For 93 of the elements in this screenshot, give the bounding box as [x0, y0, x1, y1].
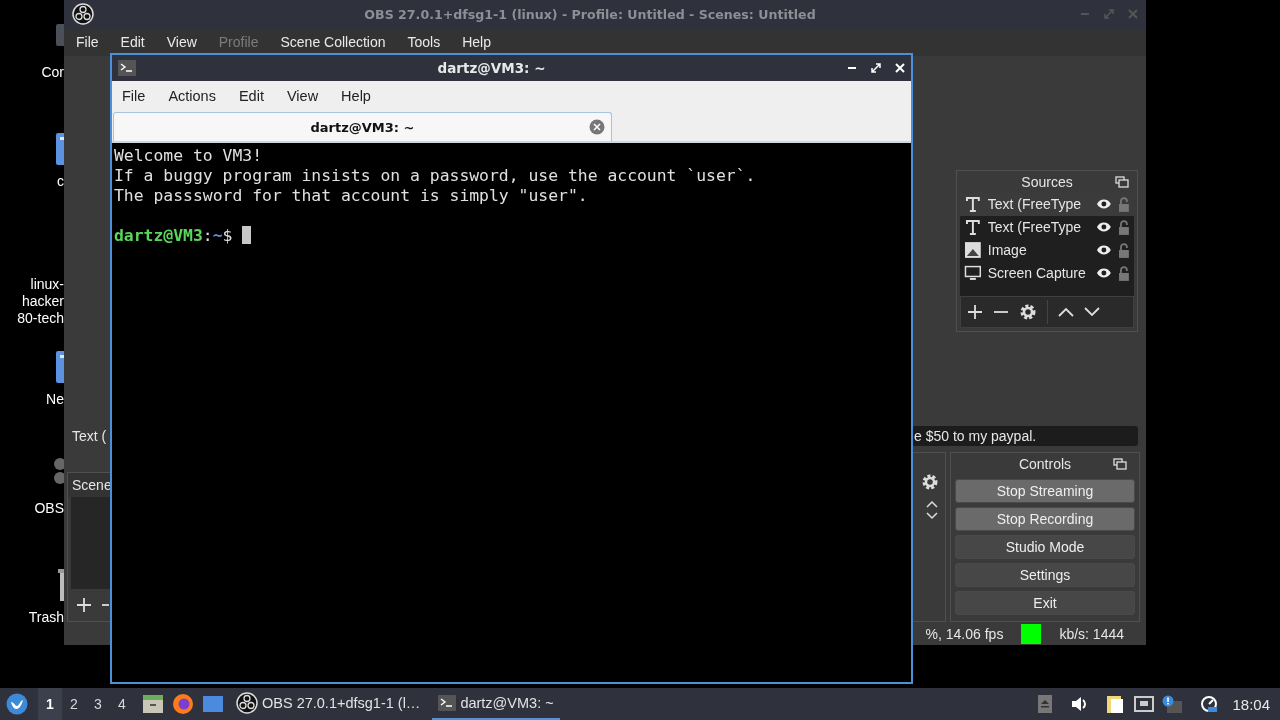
clock: 18:04: [1232, 695, 1270, 713]
control-button[interactable]: Studio Mode: [955, 535, 1135, 559]
close-tab-icon[interactable]: [589, 119, 605, 135]
source-item[interactable]: Screen Capture: [960, 261, 1134, 285]
settings-icon[interactable]: [1019, 303, 1037, 322]
control-button[interactable]: Settings: [955, 563, 1135, 587]
shell-prompt: dartz@VM3:~$: [114, 226, 909, 246]
move-up-icon[interactable]: [1058, 307, 1074, 318]
window-title: OBS 27.0.1+dfsg1-1 (linux) - Profile: Untitled - Scenes: Untitled: [363, 7, 817, 22]
source-item[interactable]: Text (FreeType: [960, 192, 1134, 216]
source-name: Image: [987, 242, 1028, 259]
source-item[interactable]: Text (FreeType: [960, 215, 1134, 239]
window-icon[interactable]: [202, 694, 224, 714]
eject-icon[interactable]: [1038, 695, 1053, 713]
menu-item[interactable]: Scene Collection: [280, 34, 386, 51]
source-name: Text (FreeType: [987, 219, 1083, 236]
clipboard-icon[interactable]: [1106, 694, 1125, 714]
panel-title: Sources: [1021, 173, 1073, 190]
eye-icon[interactable]: [1096, 198, 1113, 211]
undock-icon[interactable]: [1115, 176, 1129, 188]
terminal-line: Welcome to VM3!: [114, 146, 264, 166]
panel-title: Controls: [1018, 456, 1072, 472]
menu-item[interactable]: File: [122, 88, 146, 104]
workspace-button[interactable]: 4: [110, 688, 134, 720]
menu-item[interactable]: Edit: [120, 34, 145, 51]
terminal-tab[interactable]: dartz@VM3: ~: [113, 112, 612, 141]
image-icon: [964, 241, 982, 260]
workspace-button[interactable]: 2: [62, 688, 86, 720]
move-down-icon[interactable]: [1084, 307, 1100, 318]
lock-icon[interactable]: [1118, 196, 1130, 212]
menu-item[interactable]: Edit: [238, 88, 264, 104]
menu-item[interactable]: File: [76, 34, 99, 51]
spin-arrows-icon[interactable]: [925, 499, 939, 521]
terminal-icon: [118, 60, 136, 76]
start-menu-icon[interactable]: [6, 693, 28, 715]
remove-icon[interactable]: [993, 310, 1009, 315]
gauge-icon[interactable]: [1200, 695, 1219, 713]
source-name: Text (FreeType: [987, 196, 1083, 213]
eye-icon[interactable]: [1096, 221, 1113, 234]
menu-item[interactable]: Actions: [168, 88, 216, 104]
desktop-icon-label: c: [56, 173, 64, 190]
undock-icon[interactable]: [1113, 458, 1127, 470]
terminal-icon: [438, 695, 457, 711]
source-label: Text (: [71, 428, 107, 444]
file-cabinet-icon[interactable]: [142, 694, 164, 714]
taskbar-button[interactable]: dartz@VM3: ~: [432, 688, 560, 720]
lock-icon[interactable]: [1118, 219, 1130, 235]
lock-icon[interactable]: [1118, 265, 1130, 281]
source-item[interactable]: Image: [960, 238, 1134, 262]
add-icon[interactable]: [967, 304, 983, 321]
lock-icon[interactable]: [1118, 242, 1130, 258]
workspace-button[interactable]: 3: [86, 688, 110, 720]
text-icon: [964, 218, 982, 237]
desktop-icon-label: linux-: [29, 276, 64, 293]
desktop-icon-label: hacker: [20, 293, 64, 310]
volume-icon[interactable]: [1070, 695, 1089, 713]
menu-item[interactable]: Tools: [407, 34, 441, 51]
settings-icon[interactable]: [921, 473, 939, 491]
window-title: dartz@VM3: ~: [436, 60, 547, 76]
desktop-icon-label: OBS: [33, 500, 64, 517]
desktop-icon-label: 80-tech: [16, 310, 64, 327]
control-button[interactable]: Exit: [955, 591, 1135, 615]
menu-item[interactable]: Help: [462, 34, 491, 51]
workspace-button[interactable]: 1: [38, 688, 62, 720]
firefox-icon[interactable]: [172, 693, 194, 715]
desktop-icon-label: Trash: [27, 609, 64, 626]
source-name: Screen Capture: [987, 265, 1087, 282]
text-field[interactable]: e $50 to my paypal.: [912, 426, 1138, 446]
monitor-icon: [964, 264, 982, 283]
obs-logo-icon: [236, 692, 258, 714]
control-button[interactable]: Stop Streaming: [955, 479, 1135, 503]
taskbar-button[interactable]: OBS 27.0.1+dfsg1-1 (l…: [230, 688, 427, 720]
eye-icon[interactable]: [1096, 267, 1113, 280]
desktop-icon-label: Ne: [45, 391, 64, 408]
add-icon[interactable]: [76, 597, 92, 613]
status-bitrate: kb/s: 1444: [1059, 625, 1124, 642]
menu-item[interactable]: Help: [341, 88, 371, 104]
control-button[interactable]: Stop Recording: [955, 507, 1135, 531]
menu-item[interactable]: View: [166, 34, 197, 51]
notification-icon[interactable]: [1162, 695, 1183, 713]
desktop-icon-label: Cor: [40, 64, 64, 81]
status-stats: %, 14.06 fps: [925, 625, 1004, 642]
network-icon[interactable]: [1134, 696, 1155, 712]
panel-title: Scene: [72, 477, 112, 493]
stream-status-indicator: [1021, 623, 1042, 644]
terminal-line: The passsword for that account is simply "user".: [114, 186, 589, 206]
remove-icon[interactable]: [102, 603, 109, 607]
obs-logo-icon: [72, 3, 94, 26]
eye-icon[interactable]: [1096, 244, 1113, 257]
text-icon: [964, 195, 982, 214]
terminal-line: If a buggy program insists on a password, use the account `user`.: [114, 166, 757, 186]
menu-item[interactable]: View: [286, 88, 319, 104]
text-cursor: [242, 226, 252, 244]
